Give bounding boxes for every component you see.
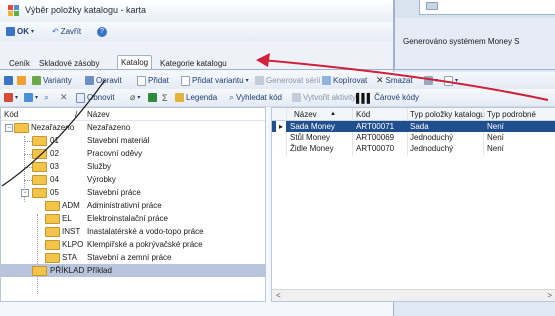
annotation-arrows [1,53,549,187]
annotation-line [1,79,106,187]
annotation-arrow-line [261,59,549,101]
annotation-arrow-head [256,53,270,67]
